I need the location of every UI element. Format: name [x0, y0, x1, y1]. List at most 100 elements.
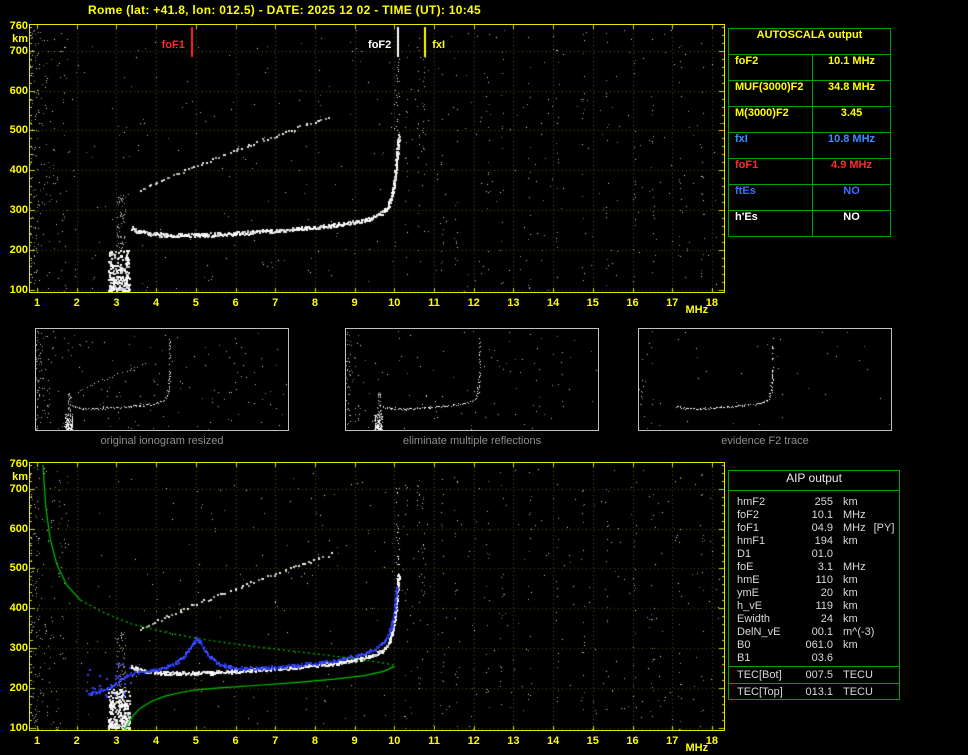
- autoscala-row-M(3000)F2: M(3000)F23.45: [729, 106, 890, 132]
- aip-row-foE: foE3.1 MHz: [729, 561, 899, 574]
- ionogram-plot-top: [29, 24, 725, 293]
- autoscala-value: 34.8 MHz: [813, 81, 890, 106]
- autoscala-row-foF2: foF210.1 MHz: [729, 54, 890, 80]
- aip-value: 24: [797, 613, 833, 626]
- aip-param: Ewidth: [737, 613, 797, 626]
- x-tick-label: 3: [113, 297, 119, 309]
- aip-param: B0: [737, 639, 797, 652]
- thumbnail-frame: [345, 328, 599, 431]
- aip-extra: [PY]: [874, 522, 895, 535]
- x-tick-label: 12: [468, 735, 480, 747]
- y-tick-label: 500: [2, 562, 28, 574]
- x-tick-label: 12: [468, 297, 480, 309]
- aip-unit: TECU: [843, 684, 873, 699]
- aip-row-h_vE: h_vE119km: [729, 600, 899, 613]
- aip-value: 03.6: [797, 652, 833, 665]
- x-tick-label: 16: [626, 735, 638, 747]
- aip-unit: m^(-3): [843, 626, 874, 639]
- y-axis-max-label: 760: [2, 20, 28, 32]
- marker-label-fxI: fxI: [432, 39, 445, 51]
- aip-row-B1: B103.6: [729, 652, 899, 665]
- aip-row-TEC[Top]: TEC[Top]013.1 TECU: [729, 683, 899, 699]
- x-tick-label: 2: [74, 297, 80, 309]
- aip-row-hmF2: hmF2255km: [729, 496, 899, 509]
- x-tick-label: 14: [547, 735, 559, 747]
- autoscala-window: Rome (lat: +41.8, lon: 012.5) - DATE: 20…: [0, 0, 968, 755]
- autoscala-table-rows: foF210.1 MHzMUF(3000)F234.8 MHzM(3000)F2…: [729, 54, 890, 236]
- thumbnail-canvas-original: [36, 329, 288, 430]
- x-tick-label: 14: [547, 297, 559, 309]
- aip-value: 3.1: [797, 561, 833, 574]
- marker-label-foF1: foF1: [162, 39, 185, 51]
- y-tick-label: 600: [2, 523, 28, 535]
- aip-row-Ewidth: Ewidth24 km: [729, 613, 899, 626]
- y-tick-label: 400: [2, 602, 28, 614]
- aip-param: TEC[Bot]: [737, 667, 797, 682]
- x-tick-label: 6: [232, 297, 238, 309]
- autoscala-value: 3.45: [813, 107, 890, 132]
- aip-param: D1: [737, 548, 797, 561]
- aip-param: foF1: [737, 522, 797, 535]
- aip-row-B0: B0061.0km: [729, 639, 899, 652]
- y-tick-label: 700: [2, 45, 28, 57]
- thumbnail-canvas-f2-trace: [639, 329, 891, 430]
- autoscala-param: h'Es: [729, 211, 813, 236]
- aip-unit: MHz: [843, 561, 866, 574]
- aip-table-title: AIP output: [729, 471, 899, 491]
- y-axis-unit: km: [2, 471, 28, 483]
- aip-value: 110: [797, 574, 833, 587]
- aip-unit: km: [843, 613, 858, 626]
- x-tick-label: 8: [312, 297, 318, 309]
- autoscala-row-h'Es: h'EsNO: [729, 210, 890, 236]
- x-tick-label: 10: [388, 735, 400, 747]
- thumbnail-frame: [35, 328, 289, 431]
- aip-value: 119: [797, 600, 833, 613]
- autoscala-param: MUF(3000)F2: [729, 81, 813, 106]
- x-tick-label: 16: [626, 297, 638, 309]
- y-tick-label: 400: [2, 164, 28, 176]
- aip-row-foF2: foF210.1MHz: [729, 509, 899, 522]
- x-tick-label: 7: [272, 297, 278, 309]
- aip-unit: km: [843, 535, 858, 548]
- aip-unit: MHz: [843, 509, 866, 522]
- y-tick-label: 300: [2, 642, 28, 654]
- autoscala-param: foF1: [729, 159, 813, 184]
- aip-unit: km: [843, 600, 858, 613]
- aip-param: foF2: [737, 509, 797, 522]
- autoscala-row-fxI: fxI10.8 MHz: [729, 132, 890, 158]
- autoscala-value: 10.1 MHz: [813, 55, 890, 80]
- autoscala-row-foF1: foF14.9 MHz: [729, 158, 890, 184]
- ionogram-canvas-top: [30, 25, 724, 292]
- x-tick-label: 4: [153, 735, 159, 747]
- aip-value: 01.0: [797, 548, 833, 561]
- x-tick-label: 17: [666, 297, 678, 309]
- x-tick-label: 15: [587, 735, 599, 747]
- aip-value: 20: [797, 587, 833, 600]
- aip-param: TEC[Top]: [737, 684, 797, 699]
- x-tick-label: 9: [352, 297, 358, 309]
- y-tick-label: 300: [2, 204, 28, 216]
- autoscala-param: fxI: [729, 133, 813, 158]
- y-axis-unit: km: [2, 33, 28, 45]
- aip-value: 255: [797, 496, 833, 509]
- thumbnail-f2-trace: evidence F2 trace: [638, 328, 892, 447]
- aip-param: hmF1: [737, 535, 797, 548]
- aip-unit: MHz: [843, 522, 866, 535]
- x-tick-label: 6: [232, 735, 238, 747]
- aip-row-hmE: hmE110km: [729, 574, 899, 587]
- x-tick-label: 13: [507, 735, 519, 747]
- aip-param: hmE: [737, 574, 797, 587]
- x-tick-label: 13: [507, 297, 519, 309]
- aip-value: 013.1: [797, 684, 833, 699]
- y-axis-max-label: 760: [2, 458, 28, 470]
- aip-param: foE: [737, 561, 797, 574]
- x-tick-label: 8: [312, 735, 318, 747]
- y-tick-label: 700: [2, 483, 28, 495]
- x-tick-label: 11: [428, 735, 440, 747]
- autoscala-value: NO: [813, 185, 890, 210]
- aip-row-D1: D101.0: [729, 548, 899, 561]
- aip-param: hmF2: [737, 496, 797, 509]
- thumbnail-frame: [638, 328, 892, 431]
- x-tick-label: 15: [587, 297, 599, 309]
- autoscala-value: NO: [813, 211, 890, 236]
